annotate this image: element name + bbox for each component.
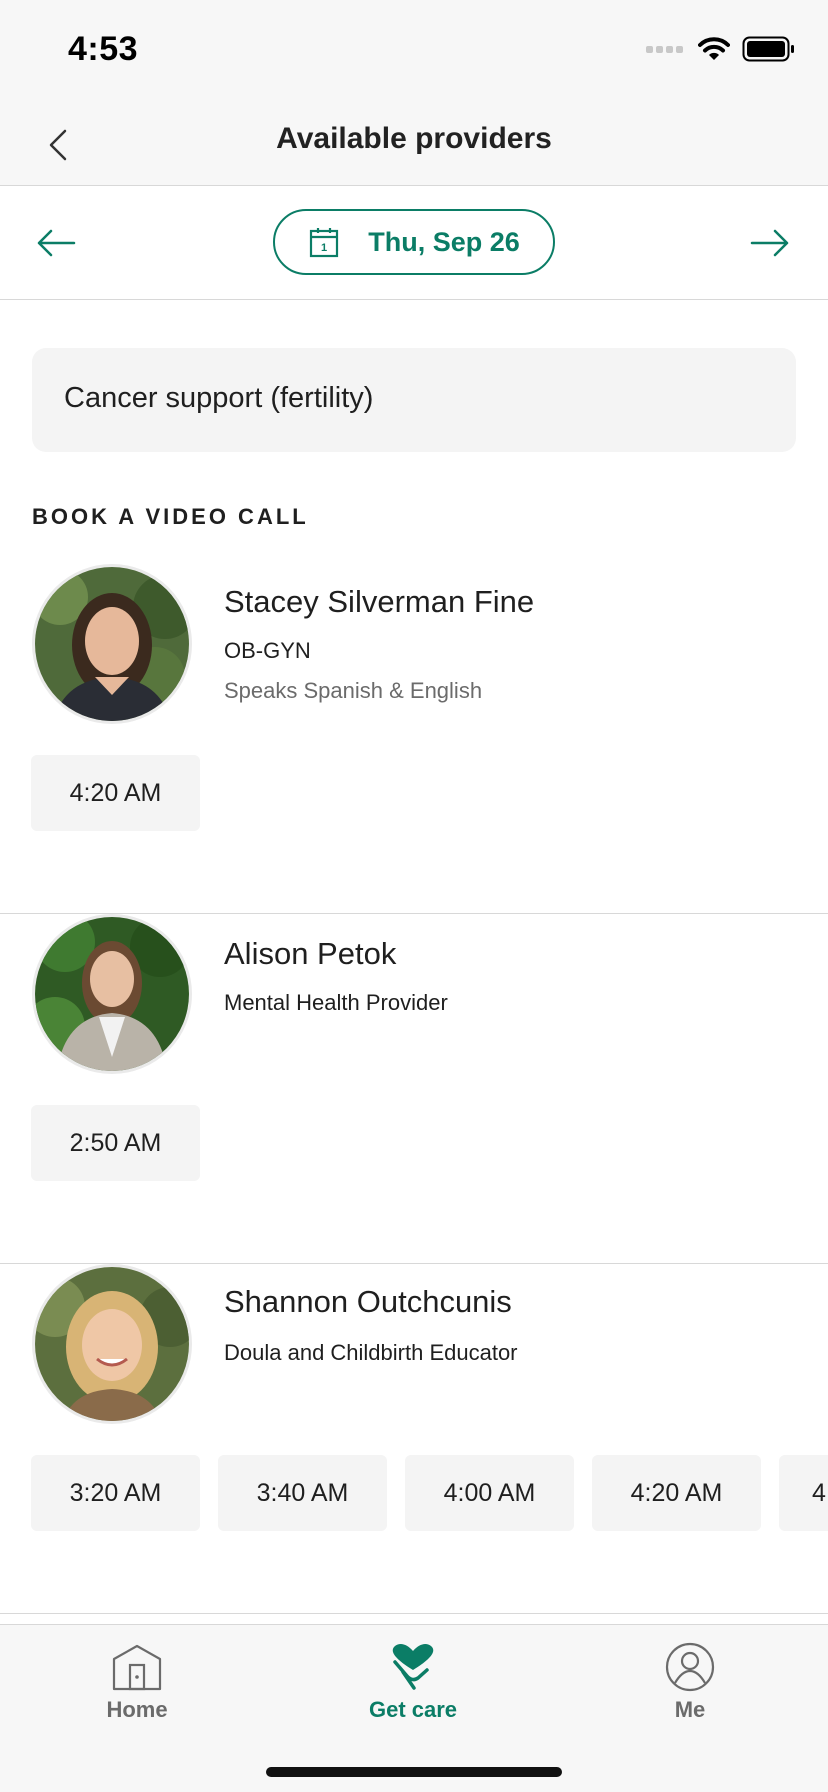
provider-languages: Speaks Spanish & English [224, 678, 483, 703]
tab-home[interactable]: Home [47, 1639, 227, 1739]
signal-icon [646, 46, 683, 53]
time-slot-list: 3:20 AM 3:40 AM 4:00 AM 4:20 AM 4 [31, 1455, 828, 1531]
time-slot-button[interactable]: 4:00 AM [405, 1455, 574, 1531]
time-slot-list: 4:20 AM [31, 755, 200, 831]
provider-card: Shannon Outchcunis Doula and Childbirth … [0, 1264, 828, 1614]
battery-icon [742, 36, 794, 62]
care-topic-label: Cancer support (fertility) [64, 382, 374, 414]
user-icon [662, 1639, 718, 1695]
heart-hand-icon [385, 1639, 441, 1695]
home-indicator [266, 1767, 562, 1777]
tab-me[interactable]: Me [600, 1639, 780, 1739]
wifi-icon [698, 37, 730, 60]
page-title: Available providers [276, 122, 552, 155]
tab-label: Home [106, 1697, 168, 1722]
time-slot-button[interactable]: 3:40 AM [218, 1455, 387, 1531]
arrow-left-icon [37, 229, 76, 257]
section-title: BOOK A VIDEO CALL [32, 504, 309, 529]
provider-name: Alison Petok [224, 936, 397, 971]
tab-bar: Home Get care Me [0, 1624, 828, 1792]
provider-avatar[interactable] [32, 1264, 192, 1424]
provider-photo [35, 567, 189, 721]
provider-photo [35, 917, 189, 1071]
provider-card: Alison Petok Mental Health Provider 2:50… [0, 914, 828, 1264]
time-slot-button[interactable]: 3:20 AM [31, 1455, 200, 1531]
provider-specialty: Mental Health Provider [224, 990, 448, 1015]
tab-label: Me [674, 1697, 706, 1722]
provider-name: Stacey Silverman Fine [224, 584, 535, 619]
status-icons [646, 34, 796, 64]
date-picker-button[interactable]: 1 Thu, Sep 26 [273, 209, 555, 275]
provider-photo [35, 1267, 189, 1421]
provider-specialty: OB-GYN [224, 638, 311, 663]
provider-name: Shannon Outchcunis [224, 1284, 512, 1319]
time-slot-button[interactable]: 4:20 AM [31, 755, 200, 831]
status-bar: 4:53 [0, 0, 828, 100]
tab-get-care[interactable]: Get care [323, 1639, 503, 1739]
date-selector: 1 Thu, Sep 26 [0, 186, 828, 300]
calendar-day: 1 [321, 242, 327, 254]
time-slot-list: 2:50 AM [31, 1105, 200, 1181]
tab-label: Get care [368, 1697, 458, 1722]
status-time: 4:53 [68, 30, 139, 68]
provider-avatar[interactable] [32, 564, 192, 724]
provider-specialty: Doula and Childbirth Educator [224, 1340, 518, 1365]
provider-card: Stacey Silverman Fine OB-GYN Speaks Span… [0, 564, 828, 914]
selected-date: Thu, Sep 26 [368, 226, 520, 257]
time-slot-button[interactable]: 4 [779, 1455, 828, 1531]
arrow-right-icon [750, 229, 789, 257]
care-topic-card[interactable]: Cancer support (fertility) [32, 348, 796, 452]
next-day-button[interactable] [744, 218, 796, 268]
provider-avatar[interactable] [32, 914, 192, 1074]
home-icon [109, 1639, 165, 1695]
calendar-icon: 1 [310, 228, 339, 258]
time-slot-button[interactable]: 2:50 AM [31, 1105, 200, 1181]
navigation-bar: Available providers [0, 100, 828, 186]
previous-day-button[interactable] [30, 218, 82, 268]
time-slot-button[interactable]: 4:20 AM [592, 1455, 761, 1531]
